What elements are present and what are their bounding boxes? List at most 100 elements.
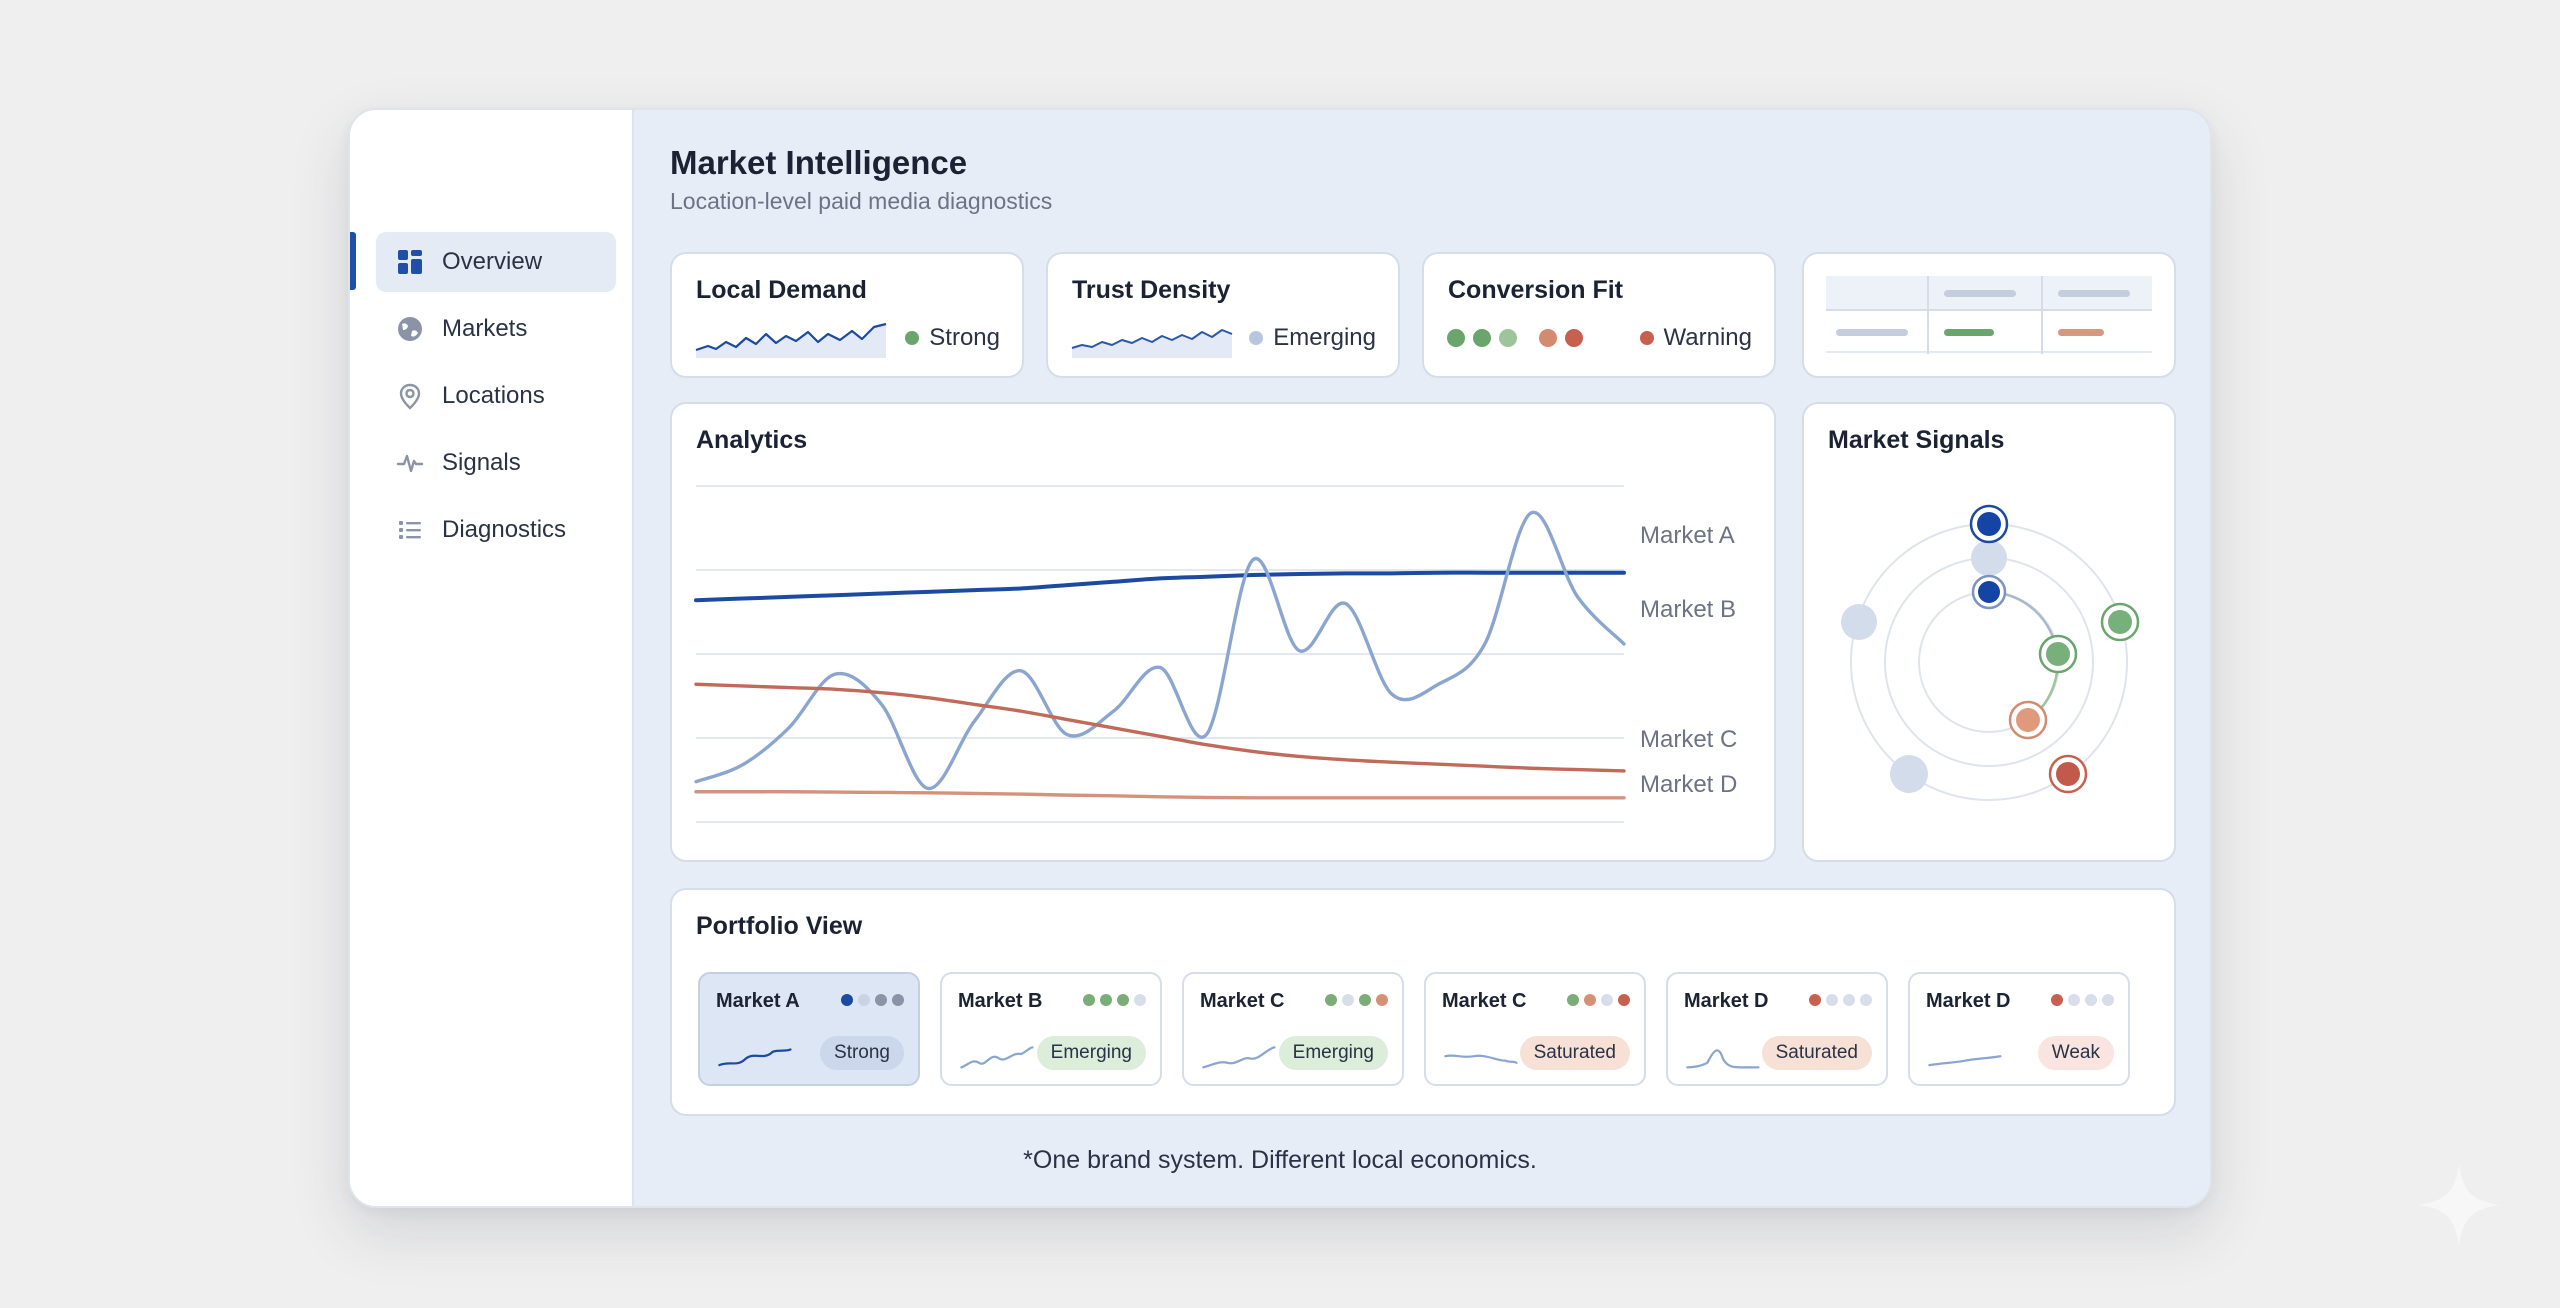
sidebar-item-label: Diagnostics: [442, 516, 567, 543]
kpi-title: Trust Density: [1072, 276, 1231, 304]
sidebar-item-overview[interactable]: Overview: [376, 232, 616, 292]
legend-label-market-c: Market C: [1640, 726, 1738, 753]
mini-table-card[interactable]: [1802, 252, 2176, 378]
signal-dot: [1809, 994, 1821, 1006]
signal-dot: [892, 994, 904, 1006]
kpi-card-trust-density[interactable]: Trust Density Emerging: [1046, 252, 1400, 378]
signal-dot: [841, 994, 853, 1006]
signal-dot: [1567, 994, 1579, 1006]
sparkle-icon: [2418, 1164, 2500, 1246]
portfolio-status-badge: Emerging: [1036, 1036, 1146, 1070]
series-line-market-d: [694, 790, 1626, 800]
portfolio-signal-dots: [1809, 994, 1872, 1006]
footer-note: *One brand system. Different local econo…: [1023, 1146, 1537, 1174]
portfolio-signal-dots: [1325, 994, 1388, 1006]
portfolio-market-card[interactable]: Market D Weak: [1908, 972, 2130, 1086]
signal-dot: [1134, 994, 1146, 1006]
signal-dot: [1117, 994, 1129, 1006]
kpi-status-label: Strong: [929, 324, 1000, 351]
series-line-market-b: [694, 510, 1626, 791]
mini-table-graphic: [1826, 276, 2152, 354]
kpi-status-label: Warning: [1663, 324, 1752, 351]
signal-dot: [1342, 994, 1354, 1006]
sidebar-item-diagnostics[interactable]: Diagnostics: [376, 500, 616, 560]
legend-label-market-d: Market D: [1640, 771, 1738, 798]
portfolio-status-badge: Strong: [820, 1036, 904, 1070]
sidebar-item-markets[interactable]: Markets: [376, 299, 616, 359]
status-dot: [1639, 331, 1654, 345]
signal-dot: [1359, 994, 1371, 1006]
analytics-card: Analytics Market A Market B Market C Mar…: [670, 402, 1776, 862]
portfolio-market-name: Market C: [1442, 990, 1527, 1012]
portfolio-market-card[interactable]: Market B Emerging: [940, 972, 1162, 1086]
signal-dot: [1618, 994, 1630, 1006]
portfolio-status-badge: Weak: [2037, 1036, 2114, 1070]
list-icon: [394, 514, 426, 546]
signal-dot: [1325, 994, 1337, 1006]
globe-icon: [394, 313, 426, 345]
signal-dot: [858, 994, 870, 1006]
kpi-title: Conversion Fit: [1448, 276, 1624, 304]
kpi-card-local-demand[interactable]: Local Demand Strong: [670, 252, 1024, 378]
signal-dot: [1601, 994, 1613, 1006]
signal-dot: [1083, 994, 1095, 1006]
legend-label-market-b: Market B: [1640, 596, 1737, 623]
portfolio-status-badge: Saturated: [1761, 1036, 1872, 1070]
signal-node: [1971, 540, 2007, 576]
legend-label-market-a: Market A: [1640, 522, 1735, 549]
signal-dot: [1860, 994, 1872, 1006]
portfolio-market-card[interactable]: Market D Saturated: [1666, 972, 1888, 1086]
kpi-status-label: Emerging: [1273, 324, 1376, 351]
kpi-title: Local Demand: [696, 276, 867, 304]
sidebar-item-label: Locations: [442, 382, 545, 409]
portfolio-sparkline: [718, 1048, 792, 1067]
market-signals-card: Market Signals: [1802, 402, 2176, 862]
kpi-status: Emerging: [1249, 324, 1376, 352]
signal-dot: [875, 994, 887, 1006]
kpi-status: Strong: [905, 324, 1000, 352]
signal-dot: [1100, 994, 1112, 1006]
portfolio-market-card[interactable]: Market A Strong: [698, 972, 920, 1086]
portfolio-signal-dots: [1083, 994, 1146, 1006]
signal-dot: [1843, 994, 1855, 1006]
analytics-chart: [694, 485, 1626, 823]
portfolio-signal-dots: [841, 994, 904, 1006]
signal-dot: [2051, 994, 2063, 1006]
signal-dot: [1826, 994, 1838, 1006]
trust-sparkline: [1071, 329, 1233, 358]
portfolio-signal-dots: [1567, 994, 1630, 1006]
portfolio-market-name: Market A: [716, 990, 800, 1012]
portfolio-market-name: Market B: [958, 990, 1043, 1012]
signal-node: [1890, 755, 1928, 793]
portfolio-status-badge: Saturated: [1519, 1036, 1630, 1070]
portfolio-title: Portfolio View: [696, 912, 863, 940]
portfolio-signal-dots: [2051, 994, 2114, 1006]
signal-dot: [1376, 994, 1388, 1006]
sidebar-item-label: Markets: [442, 315, 528, 342]
portfolio-sparkline: [960, 1046, 1034, 1069]
status-dot: [905, 331, 920, 345]
sidebar-item-signals[interactable]: Signals: [376, 433, 616, 493]
signal-dot: [2102, 994, 2114, 1006]
signals-radial-chart: [1841, 504, 2140, 801]
portfolio-sparkline: [1202, 1046, 1276, 1069]
page-subtitle: Location-level paid media diagnostics: [670, 188, 1053, 214]
page-title: Market Intelligence: [670, 144, 968, 181]
signal-dot: [2085, 994, 2097, 1006]
portfolio-market-name: Market C: [1200, 990, 1285, 1012]
series-line-market-c: [694, 682, 1626, 773]
portfolio-status-badge: Emerging: [1278, 1036, 1388, 1070]
kpi-card-conversion-fit[interactable]: Conversion Fit Warning: [1422, 252, 1776, 378]
active-nav-indicator: [350, 232, 356, 290]
portfolio-market-name: Market D: [1684, 990, 1769, 1012]
portfolio-market-name: Market D: [1926, 990, 2011, 1012]
signal-node: [1841, 604, 1877, 640]
portfolio-market-card[interactable]: Market C Emerging: [1182, 972, 1404, 1086]
portfolio-card: Portfolio View Market A Strong Market B Eme…: [670, 888, 2176, 1116]
app-window: Overview Markets Locations Signals Diagn…: [348, 108, 2212, 1208]
portfolio-sparkline: [1444, 1054, 1518, 1064]
sidebar-item-locations[interactable]: Locations: [376, 366, 616, 426]
series-line-market-a: [694, 570, 1626, 603]
demand-sparkline: [695, 322, 887, 358]
portfolio-market-card[interactable]: Market C Saturated: [1424, 972, 1646, 1086]
